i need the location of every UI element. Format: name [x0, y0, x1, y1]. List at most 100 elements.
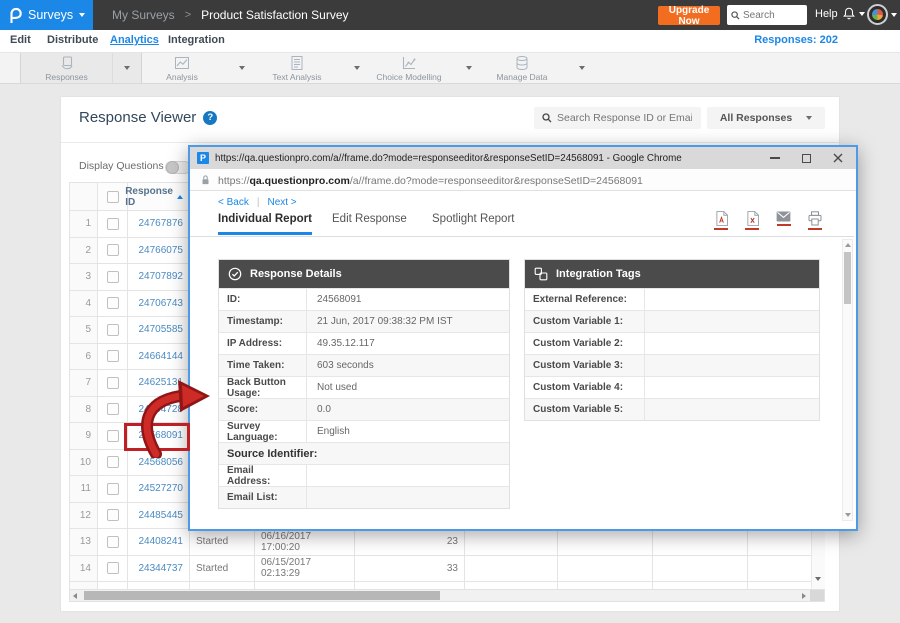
chevron-down-icon	[859, 12, 865, 16]
survey-nav: Edit Distribute Analytics Integration Re…	[0, 30, 900, 52]
source-identifier-section: Source Identifier:	[219, 442, 509, 464]
row-checkbox[interactable]	[107, 377, 119, 389]
sort-ascending-icon	[177, 195, 183, 199]
row-checkbox[interactable]	[107, 509, 119, 521]
integration-tags-icon	[534, 267, 548, 281]
responses-count-link[interactable]: Responses: 202	[754, 34, 838, 46]
questionpro-logo-icon	[8, 7, 22, 24]
row-checkbox[interactable]	[107, 350, 119, 362]
back-link[interactable]: < Back	[218, 197, 249, 208]
row-checkbox[interactable]	[107, 218, 119, 230]
next-link[interactable]: Next >	[267, 197, 296, 208]
response-id-link[interactable]: 24767876	[128, 211, 190, 238]
tab-individual-report[interactable]: Individual Report	[218, 213, 312, 235]
tab-spotlight-report[interactable]: Spotlight Report	[432, 213, 514, 232]
row-checkbox[interactable]	[107, 456, 119, 468]
annotation-arrow	[136, 366, 220, 458]
select-all-checkbox[interactable]	[107, 191, 119, 203]
scrollbar-thumb[interactable]	[84, 591, 440, 600]
tag-label: External Reference:	[525, 289, 645, 310]
maximize-icon[interactable]	[802, 154, 811, 163]
response-id-link[interactable]: 24408241	[128, 529, 190, 556]
toolbar-item-label: Analysis	[166, 72, 198, 82]
account-menu[interactable]	[867, 4, 897, 25]
url-domain: qa.questionpro.com	[250, 175, 350, 187]
response-id-link[interactable]: 24706743	[128, 291, 190, 318]
scroll-up-icon[interactable]	[845, 243, 851, 247]
response-id-link[interactable]: 24527270	[128, 476, 190, 503]
tag-row: Custom Variable 5:	[525, 398, 819, 420]
response-id-link[interactable]: 24705585	[128, 317, 190, 344]
scroll-right-icon[interactable]	[802, 593, 806, 599]
scrollbar-thumb[interactable]	[844, 252, 851, 304]
row-checkbox[interactable]	[107, 297, 119, 309]
notifications-button[interactable]	[842, 6, 865, 21]
toolbar-item-responses[interactable]: Responses	[20, 53, 142, 83]
toolbar-item-manage-data[interactable]: Manage Data	[476, 53, 596, 83]
count-cell: 33	[355, 556, 465, 583]
response-id-link[interactable]: 24485445	[128, 503, 190, 530]
print-button[interactable]	[808, 211, 822, 230]
response-id-link[interactable]: 24344737	[128, 556, 190, 583]
scroll-down-icon[interactable]	[845, 513, 851, 517]
window-title-bar[interactable]: P https://qa.questionpro.com/a//frame.do…	[190, 147, 856, 169]
response-search-input[interactable]	[557, 112, 692, 124]
row-checkbox[interactable]	[107, 271, 119, 283]
export-actions	[714, 211, 822, 230]
checkbox-cell	[98, 264, 128, 291]
upgrade-now-button[interactable]: Upgrade Now	[658, 6, 720, 25]
product-switcher[interactable]: Surveys	[0, 0, 93, 30]
nav-item-analytics[interactable]: Analytics	[110, 34, 159, 46]
toolbar-item-choice-modelling[interactable]: Choice Modelling	[363, 53, 483, 83]
row-checkbox[interactable]	[107, 430, 119, 442]
row-number: 8	[70, 397, 98, 424]
row-checkbox[interactable]	[107, 324, 119, 336]
breadcrumb-parent[interactable]: My Surveys	[112, 8, 175, 22]
address-bar[interactable]: https://qa.questionpro.com/a//frame.do?m…	[190, 169, 856, 191]
row-checkbox[interactable]	[107, 244, 119, 256]
minimize-icon[interactable]	[770, 157, 780, 159]
scroll-left-icon[interactable]	[73, 593, 77, 599]
breadcrumb-separator: >	[185, 9, 191, 21]
chevron-down-icon	[891, 13, 897, 17]
email-export-button[interactable]	[776, 211, 791, 230]
pdf-export-button[interactable]	[714, 211, 728, 230]
response-id-header[interactable]: Response ID	[128, 183, 190, 211]
toolbar-manage-data-dropdown[interactable]	[568, 53, 596, 83]
tab-edit-response[interactable]: Edit Response	[332, 213, 407, 232]
row-checkbox[interactable]	[107, 536, 119, 548]
popup-vertical-scrollbar[interactable]	[842, 239, 853, 521]
response-id-link[interactable]: 24707892	[128, 264, 190, 291]
toolbar-item-text-analysis[interactable]: Text Analysis	[251, 53, 371, 83]
close-icon[interactable]	[833, 153, 843, 163]
response-id-link[interactable]	[128, 582, 190, 589]
table-horizontal-scrollbar[interactable]	[69, 589, 825, 602]
pdf-export-icon	[715, 211, 728, 226]
nav-item-distribute[interactable]: Distribute	[47, 34, 98, 46]
excel-export-button[interactable]	[745, 211, 759, 230]
help-link[interactable]: Help	[815, 8, 838, 20]
response-id-link[interactable]: 24766075	[128, 238, 190, 265]
breadcrumb-current: Product Satisfaction Survey	[201, 8, 348, 22]
row-checkbox[interactable]	[107, 562, 119, 574]
detail-label: Time Taken:	[219, 355, 307, 376]
help-icon[interactable]: ?	[203, 111, 217, 125]
toolbar-item-analysis[interactable]: Analysis	[136, 53, 256, 83]
text-analysis-icon	[289, 55, 305, 71]
checkbox-cell	[98, 556, 128, 583]
tag-label: Custom Variable 2:	[525, 333, 645, 354]
row-checkbox[interactable]	[107, 483, 119, 495]
search-icon	[542, 113, 552, 123]
scroll-down-icon[interactable]	[815, 577, 821, 581]
global-search-input[interactable]	[743, 10, 803, 21]
row-checkbox[interactable]	[107, 403, 119, 415]
nav-item-integration[interactable]: Integration	[168, 34, 225, 46]
empty-cell	[653, 556, 748, 583]
detail-value: 24568091	[307, 289, 509, 310]
row-number: 7	[70, 370, 98, 397]
bell-icon	[842, 6, 856, 21]
table-row: 1324408241Started06/16/2017 17:00:2023	[70, 529, 825, 556]
nav-item-edit[interactable]: Edit	[10, 34, 31, 46]
responses-filter-dropdown[interactable]: All Responses	[707, 107, 825, 129]
table-row: 1424344737Started06/15/2017 02:13:2933	[70, 556, 825, 583]
